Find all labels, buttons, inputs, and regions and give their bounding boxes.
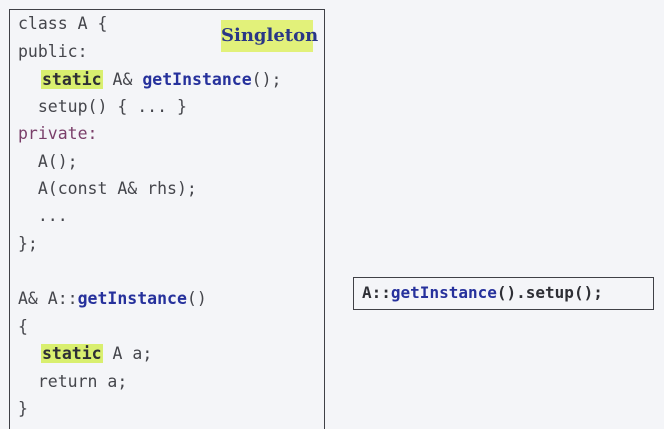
static-local-variable-line: static A a; <box>41 342 152 366</box>
setup-method-line: setup() { ... } <box>18 97 187 116</box>
return-line: return a; <box>18 372 128 391</box>
declaration-tail-text: (); <box>251 70 282 89</box>
getinstance-definition-name: getInstance <box>77 289 187 308</box>
definition-prefix-text: A& A:: <box>18 289 78 308</box>
class-close-line: }; <box>18 234 38 253</box>
return-type-text: A& <box>102 70 143 89</box>
call-suffix-text: ().setup(); <box>496 283 603 302</box>
class-declaration-line: class A { <box>18 14 108 33</box>
call-method-name: getInstance <box>390 283 497 302</box>
singleton-badge: Singleton <box>221 20 318 52</box>
private-label-line: private: <box>18 124 98 143</box>
code-panel: Singleton class A { public: static A& ge… <box>9 9 325 429</box>
constructor-line: A(); <box>18 152 78 171</box>
definition-tail-text: () <box>186 289 207 308</box>
local-variable-text: A a; <box>102 344 153 363</box>
ellipsis-line: ... <box>18 206 68 225</box>
static-keyword-highlight: static <box>41 70 103 89</box>
public-label-line: public: <box>18 42 88 61</box>
getinstance-declaration-line: static A& getInstance(); <box>41 68 281 92</box>
static-keyword-highlight-2: static <box>41 344 103 363</box>
getinstance-definition-line: A& A::getInstance() <box>18 287 207 311</box>
open-brace-line: { <box>18 317 28 336</box>
call-prefix-text: A:: <box>362 283 391 302</box>
getinstance-declaration-name: getInstance <box>142 70 252 89</box>
copy-constructor-line: A(const A& rhs); <box>18 179 197 198</box>
usage-call-box: A::getInstance().setup(); <box>353 277 654 310</box>
close-brace-line: } <box>18 399 28 418</box>
